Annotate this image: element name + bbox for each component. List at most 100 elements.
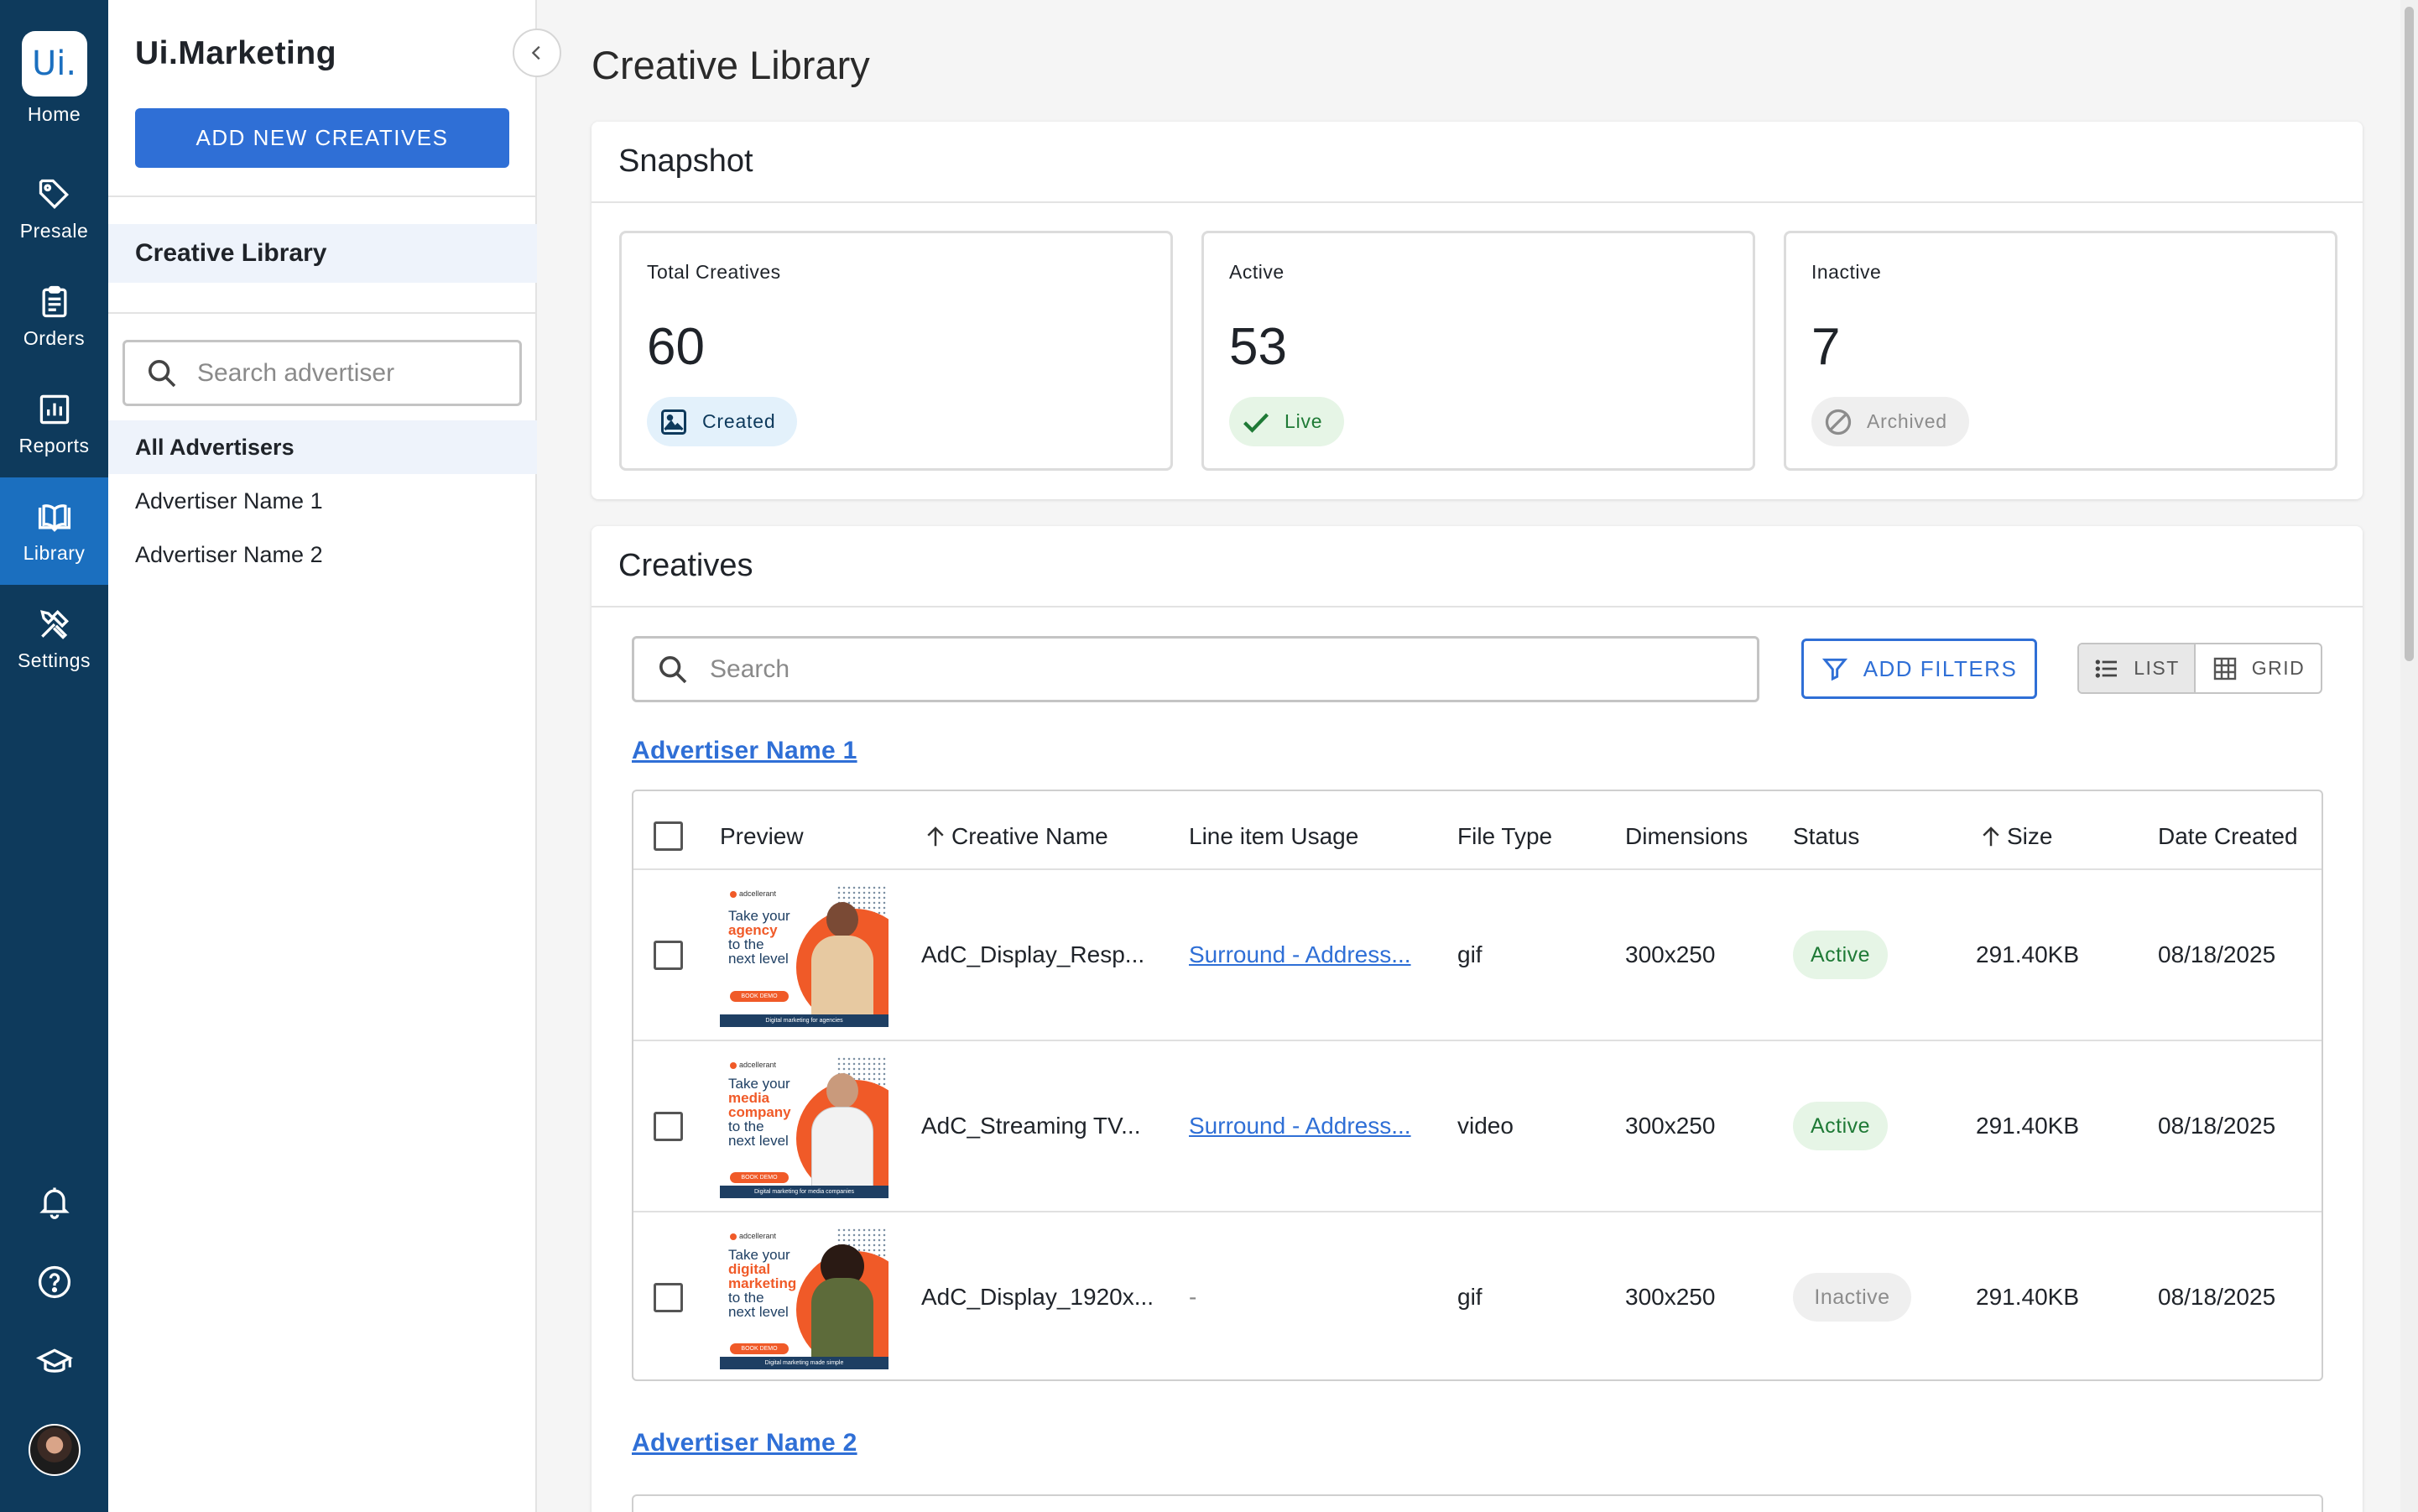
preview-cta: BOOK DEMO <box>730 1343 789 1354</box>
file-type: video <box>1457 1113 1514 1139</box>
bar-chart-icon <box>39 394 69 424</box>
row-checkbox[interactable] <box>654 1283 683 1312</box>
preview-brand: adcellerant <box>730 1061 776 1069</box>
view-grid-button[interactable]: GRID <box>2196 644 2321 692</box>
view-grid-label: GRID <box>2251 657 2306 679</box>
column-header-status: Status <box>1793 823 1860 849</box>
bell-icon <box>39 1187 70 1219</box>
table-row[interactable]: adcellerant Take your digital marketing … <box>633 1211 2322 1382</box>
collapse-panel-button[interactable] <box>513 29 561 77</box>
select-all-checkbox[interactable] <box>654 821 683 851</box>
filter-icon <box>1821 658 1847 681</box>
file-size: 291.40KB <box>1976 1113 2079 1139</box>
date-created: 08/18/2025 <box>2158 941 2276 967</box>
preview-person-image <box>811 902 873 1026</box>
learning-button[interactable] <box>0 1344 108 1381</box>
add-new-creatives-button[interactable]: ADD NEW CREATIVES <box>135 108 509 168</box>
creatives-search-field[interactable] <box>632 636 1759 702</box>
status-badge: Inactive <box>1793 1273 1911 1322</box>
chip-label: Live <box>1285 410 1323 432</box>
preview-footer: Digital marketing for agencies <box>720 1014 889 1027</box>
dimensions: 300x250 <box>1625 1113 1716 1139</box>
advertiser-search-input[interactable] <box>197 358 499 388</box>
divider <box>108 312 537 314</box>
table-row[interactable]: adcellerant Take your media company to t… <box>633 1040 2322 1211</box>
date-created: 08/18/2025 <box>2158 1113 2276 1139</box>
stat-total-creatives: Total Creatives 60 Created <box>619 231 1173 471</box>
dimensions: 300x250 <box>1625 941 1716 967</box>
nav-home[interactable]: Ui. Home <box>0 15 108 141</box>
divider <box>591 201 2363 203</box>
divider <box>108 196 537 197</box>
row-checkbox[interactable] <box>654 941 683 970</box>
row-checkbox[interactable] <box>654 1112 683 1141</box>
status-badge: Active <box>1793 1102 1888 1150</box>
table-row[interactable]: adcellerant Take your agency to the next… <box>633 868 2322 1040</box>
advertiser-group-link-2[interactable]: Advertiser Name 2 <box>632 1429 857 1457</box>
file-type: gif <box>1457 1284 1483 1310</box>
nav-orders[interactable]: Orders <box>0 263 108 370</box>
blocked-icon <box>1825 409 1852 435</box>
tools-icon <box>39 609 69 639</box>
file-size: 291.40KB <box>1976 1284 2079 1310</box>
creative-preview-thumbnail[interactable]: adcellerant Take your agency to the next… <box>720 884 889 1027</box>
preview-brand: adcellerant <box>730 889 776 898</box>
status-badge: Live <box>1229 397 1345 446</box>
clipboard-icon <box>42 285 66 317</box>
advertiser-group-link-1[interactable]: Advertiser Name 1 <box>632 737 857 765</box>
library-side-panel: Ui.Marketing ADD NEW CREATIVES Creative … <box>108 0 537 1512</box>
help-button[interactable] <box>0 1264 108 1301</box>
creatives-search-input[interactable] <box>710 654 1717 684</box>
preview-line: next level <box>728 1133 789 1149</box>
add-filters-button[interactable]: ADD FILTERS <box>1801 639 2037 699</box>
column-header-size[interactable]: Size <box>1978 823 2052 850</box>
page-scrollbar[interactable] <box>2400 0 2418 1512</box>
stat-value: 7 <box>1811 318 1841 376</box>
check-icon <box>1243 413 1269 433</box>
nav-presale-label: Presale <box>19 219 89 242</box>
ui-logo: Ui. <box>21 30 87 96</box>
view-list-button[interactable]: LIST <box>2079 644 2197 692</box>
view-toggle: LIST GRID <box>2077 643 2322 694</box>
advertiser-search-field[interactable] <box>122 340 522 406</box>
creative-name: AdC_Display_Resp... <box>921 941 1145 967</box>
preview-headline: Take your agency to the next level <box>728 909 812 966</box>
chip-label: Created <box>702 410 776 432</box>
column-header-creative-name[interactable]: Creative Name <box>923 823 1108 850</box>
column-header-label: Size <box>2007 823 2053 849</box>
divider <box>591 606 2363 607</box>
file-type: gif <box>1457 941 1483 967</box>
graduation-cap-icon <box>35 1348 73 1373</box>
preview-person-image <box>811 1244 873 1369</box>
advertiser-item-2[interactable]: Advertiser Name 2 <box>108 528 537 581</box>
section-creative-library[interactable]: Creative Library <box>108 224 537 283</box>
user-avatar-button[interactable] <box>0 1424 108 1476</box>
preview-highlight: media company <box>728 1090 791 1120</box>
list-icon <box>2095 659 2118 678</box>
nav-reports[interactable]: Reports <box>0 370 108 477</box>
preview-cta: BOOK DEMO <box>730 1172 789 1183</box>
creative-name: AdC_Display_1920x... <box>921 1284 1154 1310</box>
nav-reports-label: Reports <box>18 434 90 456</box>
creative-name: AdC_Streaming TV... <box>921 1113 1141 1139</box>
advertiser-item-all[interactable]: All Advertisers <box>108 420 537 474</box>
nav-library[interactable]: Library <box>0 477 108 585</box>
creatives-table: Preview Creative Name Line item Usage Fi… <box>632 790 2323 1381</box>
stat-label: Active <box>1229 261 1285 283</box>
view-list-label: LIST <box>2134 657 2180 679</box>
nav-presale[interactable]: Presale <box>0 155 108 263</box>
line-item-usage-link[interactable]: Surround - Address... <box>1189 941 1411 968</box>
creative-preview-thumbnail[interactable]: adcellerant Take your media company to t… <box>720 1055 889 1198</box>
scrollbar-thumb[interactable] <box>2405 7 2414 661</box>
notifications-button[interactable] <box>0 1183 108 1220</box>
nav-library-label: Library <box>23 541 86 564</box>
status-badge: Archived <box>1811 397 1969 446</box>
date-created: 08/18/2025 <box>2158 1284 2276 1310</box>
preview-footer: Digital marketing for media companies <box>720 1186 889 1198</box>
creative-preview-thumbnail[interactable]: adcellerant Take your digital marketing … <box>720 1226 889 1369</box>
line-item-usage-link[interactable]: Surround - Address... <box>1189 1113 1411 1139</box>
nav-settings[interactable]: Settings <box>0 585 108 692</box>
advertiser-item-1[interactable]: Advertiser Name 1 <box>108 474 537 528</box>
preview-line: next level <box>728 1304 789 1320</box>
chevron-left-icon <box>531 45 540 60</box>
